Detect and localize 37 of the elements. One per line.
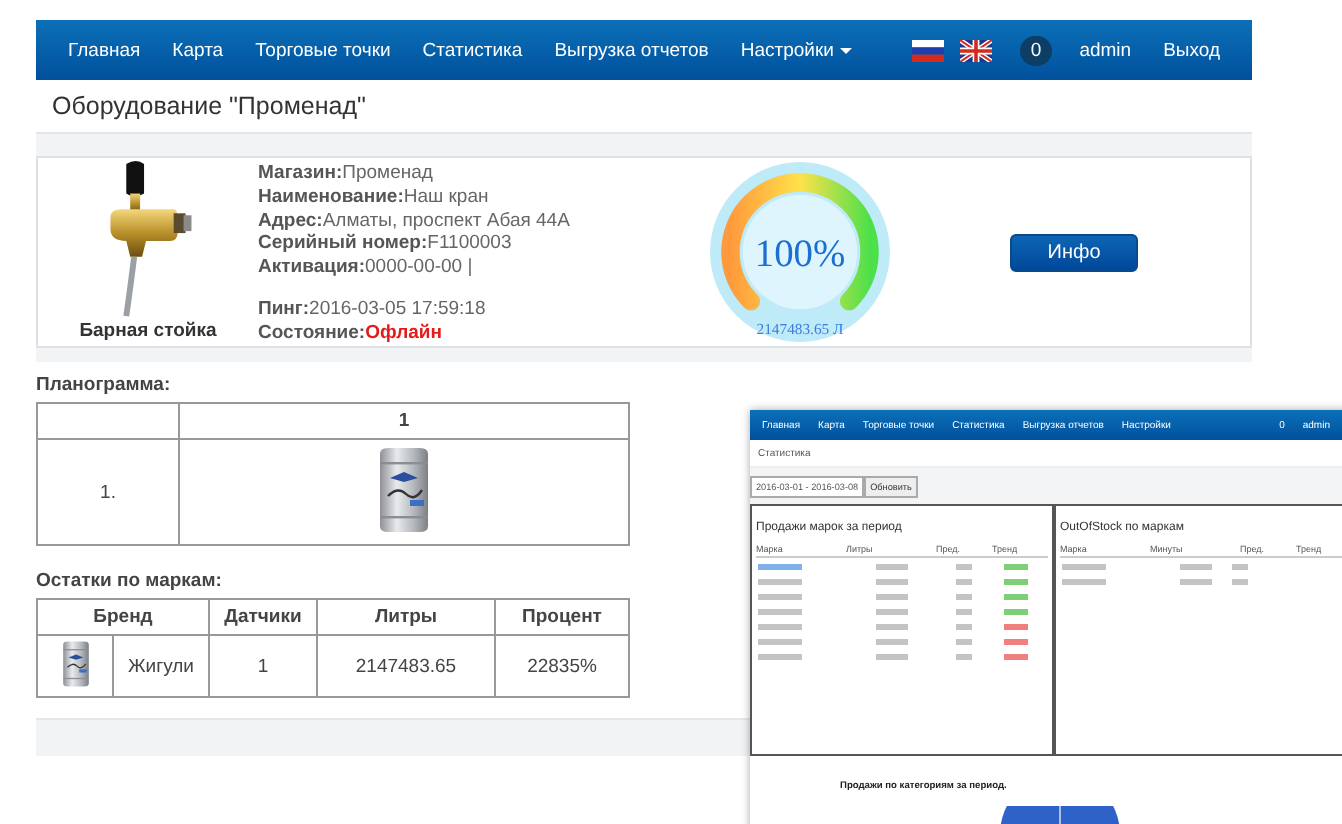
info-line: Адрес:Алматы, проспект Абая 44А: [258, 209, 572, 233]
info-line: Наименование:Наш кран: [258, 185, 491, 210]
page-title: Оборудование "Променад": [52, 92, 366, 120]
nav-link[interactable]: Настройки: [724, 39, 868, 61]
nav-link[interactable]: Главная: [52, 39, 157, 61]
info-button[interactable]: Инфо: [1010, 233, 1138, 271]
section-title: Планограмма:: [36, 374, 173, 396]
column-header: 1: [179, 403, 629, 439]
column-header: Литры: [317, 599, 495, 635]
info-line: Магазин:Променад: [258, 162, 435, 186]
nav-link[interactable]: Выгрузка отчетов: [538, 39, 725, 61]
table-cell: 1: [209, 635, 317, 697]
table-cell: Жигули: [113, 635, 209, 697]
nav-link[interactable]: Карта: [156, 39, 240, 61]
user-link[interactable]: admin: [1063, 39, 1148, 61]
uk-flag-icon[interactable]: [960, 39, 993, 61]
nav-link[interactable]: Торговые точки: [239, 39, 407, 61]
nav-link[interactable]: Статистика: [406, 39, 539, 61]
notification-badge: 0: [1020, 35, 1052, 65]
beer-keg-drawing: [59, 639, 91, 687]
info-line: Состояние:Офлайн: [258, 321, 444, 346]
column-header: Процент: [495, 599, 629, 635]
image-caption: Барная стойка: [79, 320, 217, 342]
info-line: Пинг:2016-03-05 17:59:18: [258, 297, 488, 322]
column-header: Бренд: [37, 599, 209, 635]
column-header: Датчики: [209, 599, 317, 635]
beer-keg-drawing: [374, 445, 434, 533]
table-cell: 2147483.65: [317, 635, 495, 697]
logout-link[interactable]: Выход: [1147, 39, 1236, 61]
info-line: Активация:0000-00-00 |: [258, 256, 475, 280]
russia-flag-icon[interactable]: [912, 39, 945, 61]
section-title: Остатки по маркам:: [36, 570, 224, 592]
table-cell: [37, 403, 179, 439]
info-line: Серийный номер:F1100003: [258, 232, 514, 257]
row-label: 1.: [37, 439, 179, 545]
gauge-percent: 100%: [754, 234, 846, 277]
table-cell: 22835%: [495, 635, 629, 697]
